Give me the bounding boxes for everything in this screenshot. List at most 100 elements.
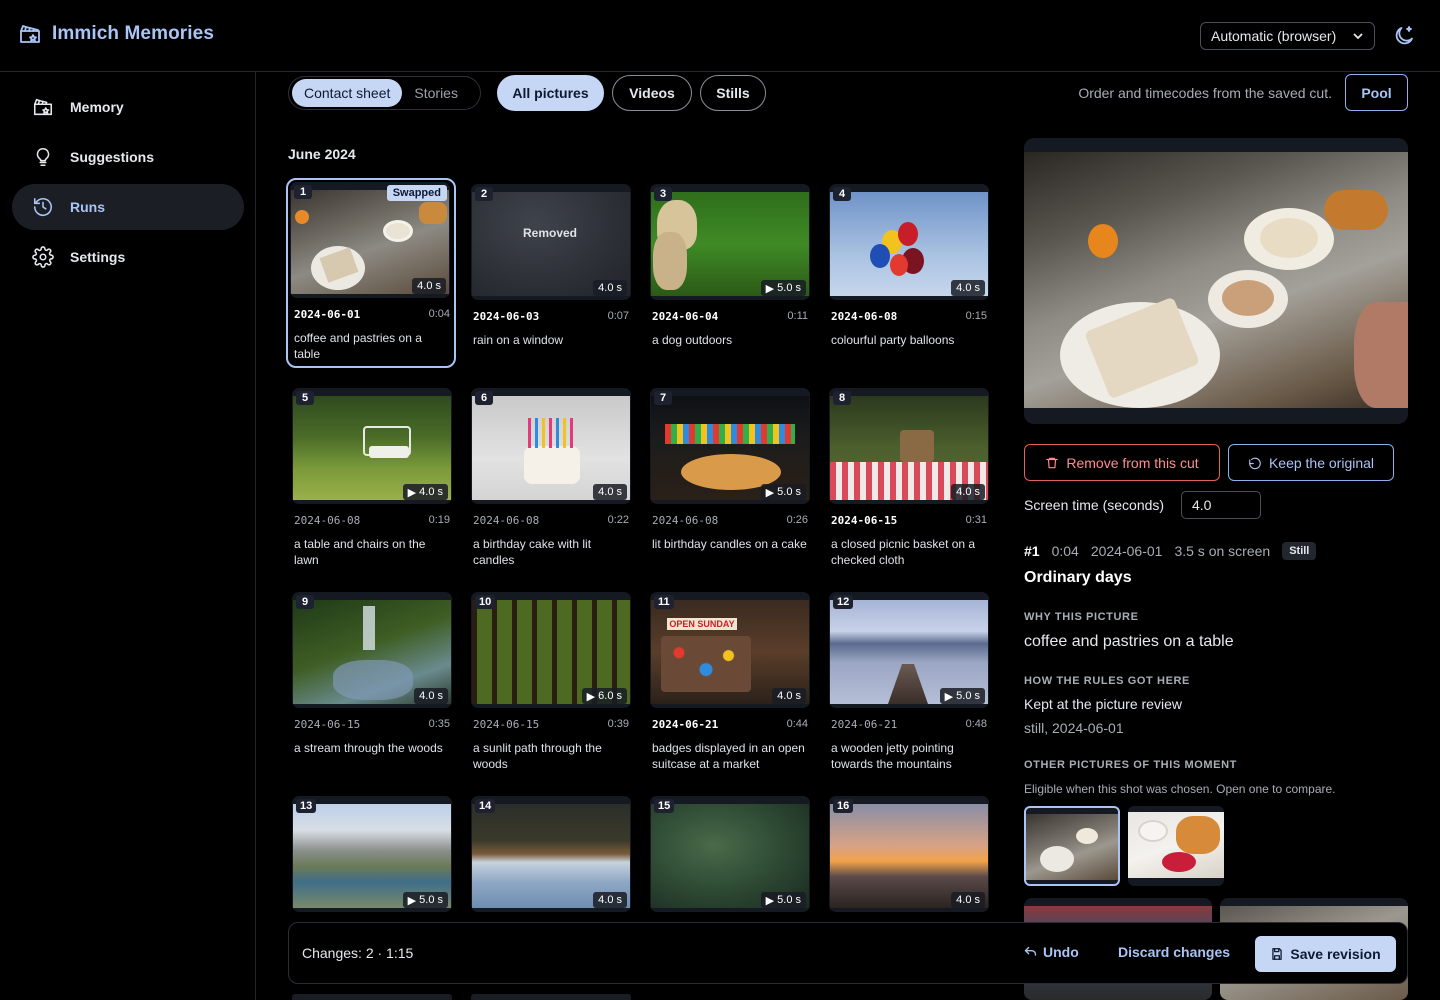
shot-number: 14: [475, 799, 496, 813]
sidebar-item-settings[interactable]: Settings: [12, 234, 244, 280]
alternative-image-croissant: [1128, 812, 1224, 878]
remove-from-cut-button[interactable]: Remove from this cut: [1024, 444, 1220, 481]
shot-date: 2024-06-01: [1090, 543, 1163, 559]
discard-changes-button[interactable]: Discard changes: [1118, 944, 1230, 960]
shot-card[interactable]: 8 4.0 s 2024-06-15 0:31 a closed picnic …: [825, 384, 995, 574]
sidebar-item-label: Settings: [70, 249, 126, 265]
play-icon: ▶: [765, 894, 775, 907]
shot-card[interactable]: 12 ▶ 5.0 s 2024-06-21 0:48 a wooden jetty…: [825, 588, 995, 778]
keep-original-button[interactable]: Keep the original: [1228, 444, 1394, 481]
swapped-badge: Swapped: [386, 185, 447, 201]
order-note: Order and timecodes from the saved cut.: [1078, 85, 1332, 101]
shot-info-line: #1 0:04 2024-06-01 3.5 s on screen Still: [1024, 540, 1317, 562]
shot-thumbnail: 8 4.0 s: [829, 388, 989, 504]
shot-duration: ▶ 5.0 s: [760, 892, 806, 908]
shot-duration: ▶ 5.0 s: [939, 688, 985, 704]
shot-thumbnail: 7 ▶ 5.0 s: [650, 388, 810, 504]
why-label: WHY THIS PICTURE: [1024, 611, 1139, 623]
preview-panel[interactable]: [1024, 138, 1408, 424]
shot-number: 15: [654, 799, 675, 813]
trash-icon: [1046, 457, 1059, 468]
filter-stills[interactable]: Stills: [700, 75, 766, 111]
shot-timecode: 0:44: [786, 718, 808, 730]
shot-timecode: 0:19: [428, 514, 450, 526]
sidebar-item-runs[interactable]: Runs: [12, 184, 244, 230]
shot-thumbnail: 12 ▶ 5.0 s: [829, 592, 989, 708]
sidebar: Memory Suggestions Runs Settings: [0, 72, 256, 1000]
shot-card[interactable]: OPEN SUNDAY 11 4.0 s 2024-06-21 0:44 bad…: [646, 588, 816, 778]
app-title: Immich Memories: [52, 23, 214, 44]
alternative-thumbnail[interactable]: [1128, 806, 1224, 886]
shot-caption: a dog outdoors: [652, 333, 733, 347]
shot-card-peek: [292, 994, 452, 1000]
shot-date: 2024-06-08: [831, 310, 898, 323]
shot-card[interactable]: 2 Removed 4.0 s 2024-06-03 0:07 rain on …: [467, 180, 637, 370]
save-icon: [1272, 948, 1283, 960]
save-revision-button[interactable]: Save revision: [1255, 936, 1396, 972]
screen-time-label: Screen time (seconds): [1024, 497, 1165, 513]
shot-number: 8: [833, 391, 851, 405]
shot-duration: ▶ 5.0 s: [760, 484, 806, 500]
shot-thumbnail: 6 4.0 s: [471, 388, 631, 504]
shot-caption: lit birthday candles on a cake: [652, 537, 807, 551]
shot-meta: 2024-06-08 0:19: [294, 514, 450, 527]
shot-timecode: 0:26: [786, 514, 808, 526]
shot-caption: a birthday cake with lit candles: [473, 537, 592, 567]
shot-timecode: 0:48: [965, 718, 987, 730]
shot-thumbnail: 5 ▶ 4.0 s: [292, 388, 452, 504]
shot-card[interactable]: 10 ▶ 6.0 s 2024-06-15 0:39 a sunlit path …: [467, 588, 637, 778]
shot-meta: 2024-06-04 0:11: [652, 310, 808, 323]
filter-all-pictures[interactable]: All pictures: [497, 75, 604, 111]
shot-caption: a wooden jetty pointing towards the moun…: [831, 741, 954, 771]
shot-card[interactable]: 3 ▶ 5.0 s 2024-06-04 0:11 a dog outdoors: [646, 180, 816, 370]
pool-button[interactable]: Pool: [1345, 74, 1408, 111]
shot-caption: a table and chairs on the lawn: [294, 537, 426, 567]
changes-bar: Changes: 2 · 1:15 Undo Discard changes S…: [288, 922, 1408, 984]
shot-card[interactable]: 1 Swapped 4.0 s 2024-06-01 0:04 coffee a…: [286, 178, 456, 368]
shot-timecode: 0:04: [1051, 543, 1079, 559]
shot-card[interactable]: 6 4.0 s 2024-06-08 0:22 a birthday cake …: [467, 384, 637, 574]
shot-thumbnail: 13 ▶ 5.0 s: [292, 796, 452, 912]
shot-timecode: 0:39: [607, 718, 629, 730]
undo-icon: [1024, 946, 1037, 956]
moon-icon[interactable]: [1392, 24, 1416, 48]
shot-caption: coffee and pastries on a table: [294, 331, 422, 361]
shot-number: 7: [654, 391, 672, 405]
play-icon: ▶: [765, 486, 775, 499]
shot-number: 5: [296, 391, 314, 405]
brand[interactable]: Immich Memories: [18, 22, 214, 46]
clapperboard-icon: [33, 98, 53, 116]
shot-card[interactable]: 4 4.0 s 2024-06-08 0:15 colourful party …: [825, 180, 995, 370]
shot-caption: colourful party balloons: [831, 333, 955, 347]
shot-card[interactable]: 7 ▶ 5.0 s 2024-06-08 0:26 lit birthday ca…: [646, 384, 816, 574]
app-header: Immich Memories Automatic (browser): [0, 0, 1440, 72]
shot-duration: ▶ 4.0 s: [402, 484, 448, 500]
open-sunday-sign: OPEN SUNDAY: [667, 618, 737, 630]
theme-select[interactable]: Automatic (browser): [1200, 22, 1375, 50]
shot-duration: 4.0 s: [593, 484, 627, 500]
alternative-image-coffee: [1026, 814, 1118, 880]
shot-meta: 2024-06-08 0:15: [831, 310, 987, 323]
sidebar-item-memory[interactable]: Memory: [12, 84, 244, 130]
sidebar-item-label: Runs: [70, 199, 105, 215]
filter-videos[interactable]: Videos: [612, 75, 692, 111]
view-toggle: Contact sheet Stories: [288, 76, 481, 110]
shot-thumbnail: 2 Removed 4.0 s: [471, 184, 631, 300]
play-icon: ▶: [944, 690, 954, 703]
shot-duration: 4.0 s: [951, 892, 985, 908]
alternative-thumbnail[interactable]: [1024, 806, 1120, 886]
undo-button[interactable]: Undo: [1023, 944, 1079, 960]
shot-thumbnail: 4 4.0 s: [829, 184, 989, 300]
chevron-down-icon: [1353, 33, 1363, 40]
shot-card[interactable]: 5 ▶ 4.0 s 2024-06-08 0:19 a table and cha…: [288, 384, 458, 574]
tab-contact-sheet[interactable]: Contact sheet: [292, 79, 403, 107]
shot-card[interactable]: 9 4.0 s 2024-06-15 0:35 a stream through…: [288, 588, 458, 778]
sidebar-item-suggestions[interactable]: Suggestions: [12, 134, 244, 180]
shot-number: 16: [833, 799, 854, 813]
tab-stories[interactable]: Stories: [402, 79, 470, 107]
shot-duration: ▶ 5.0 s: [402, 892, 448, 908]
shot-meta: 2024-06-01 0:04: [294, 308, 450, 321]
screen-time-input[interactable]: 4.0: [1181, 491, 1261, 519]
shot-date: 2024-06-03: [473, 310, 540, 323]
shot-number: 4: [833, 187, 851, 201]
